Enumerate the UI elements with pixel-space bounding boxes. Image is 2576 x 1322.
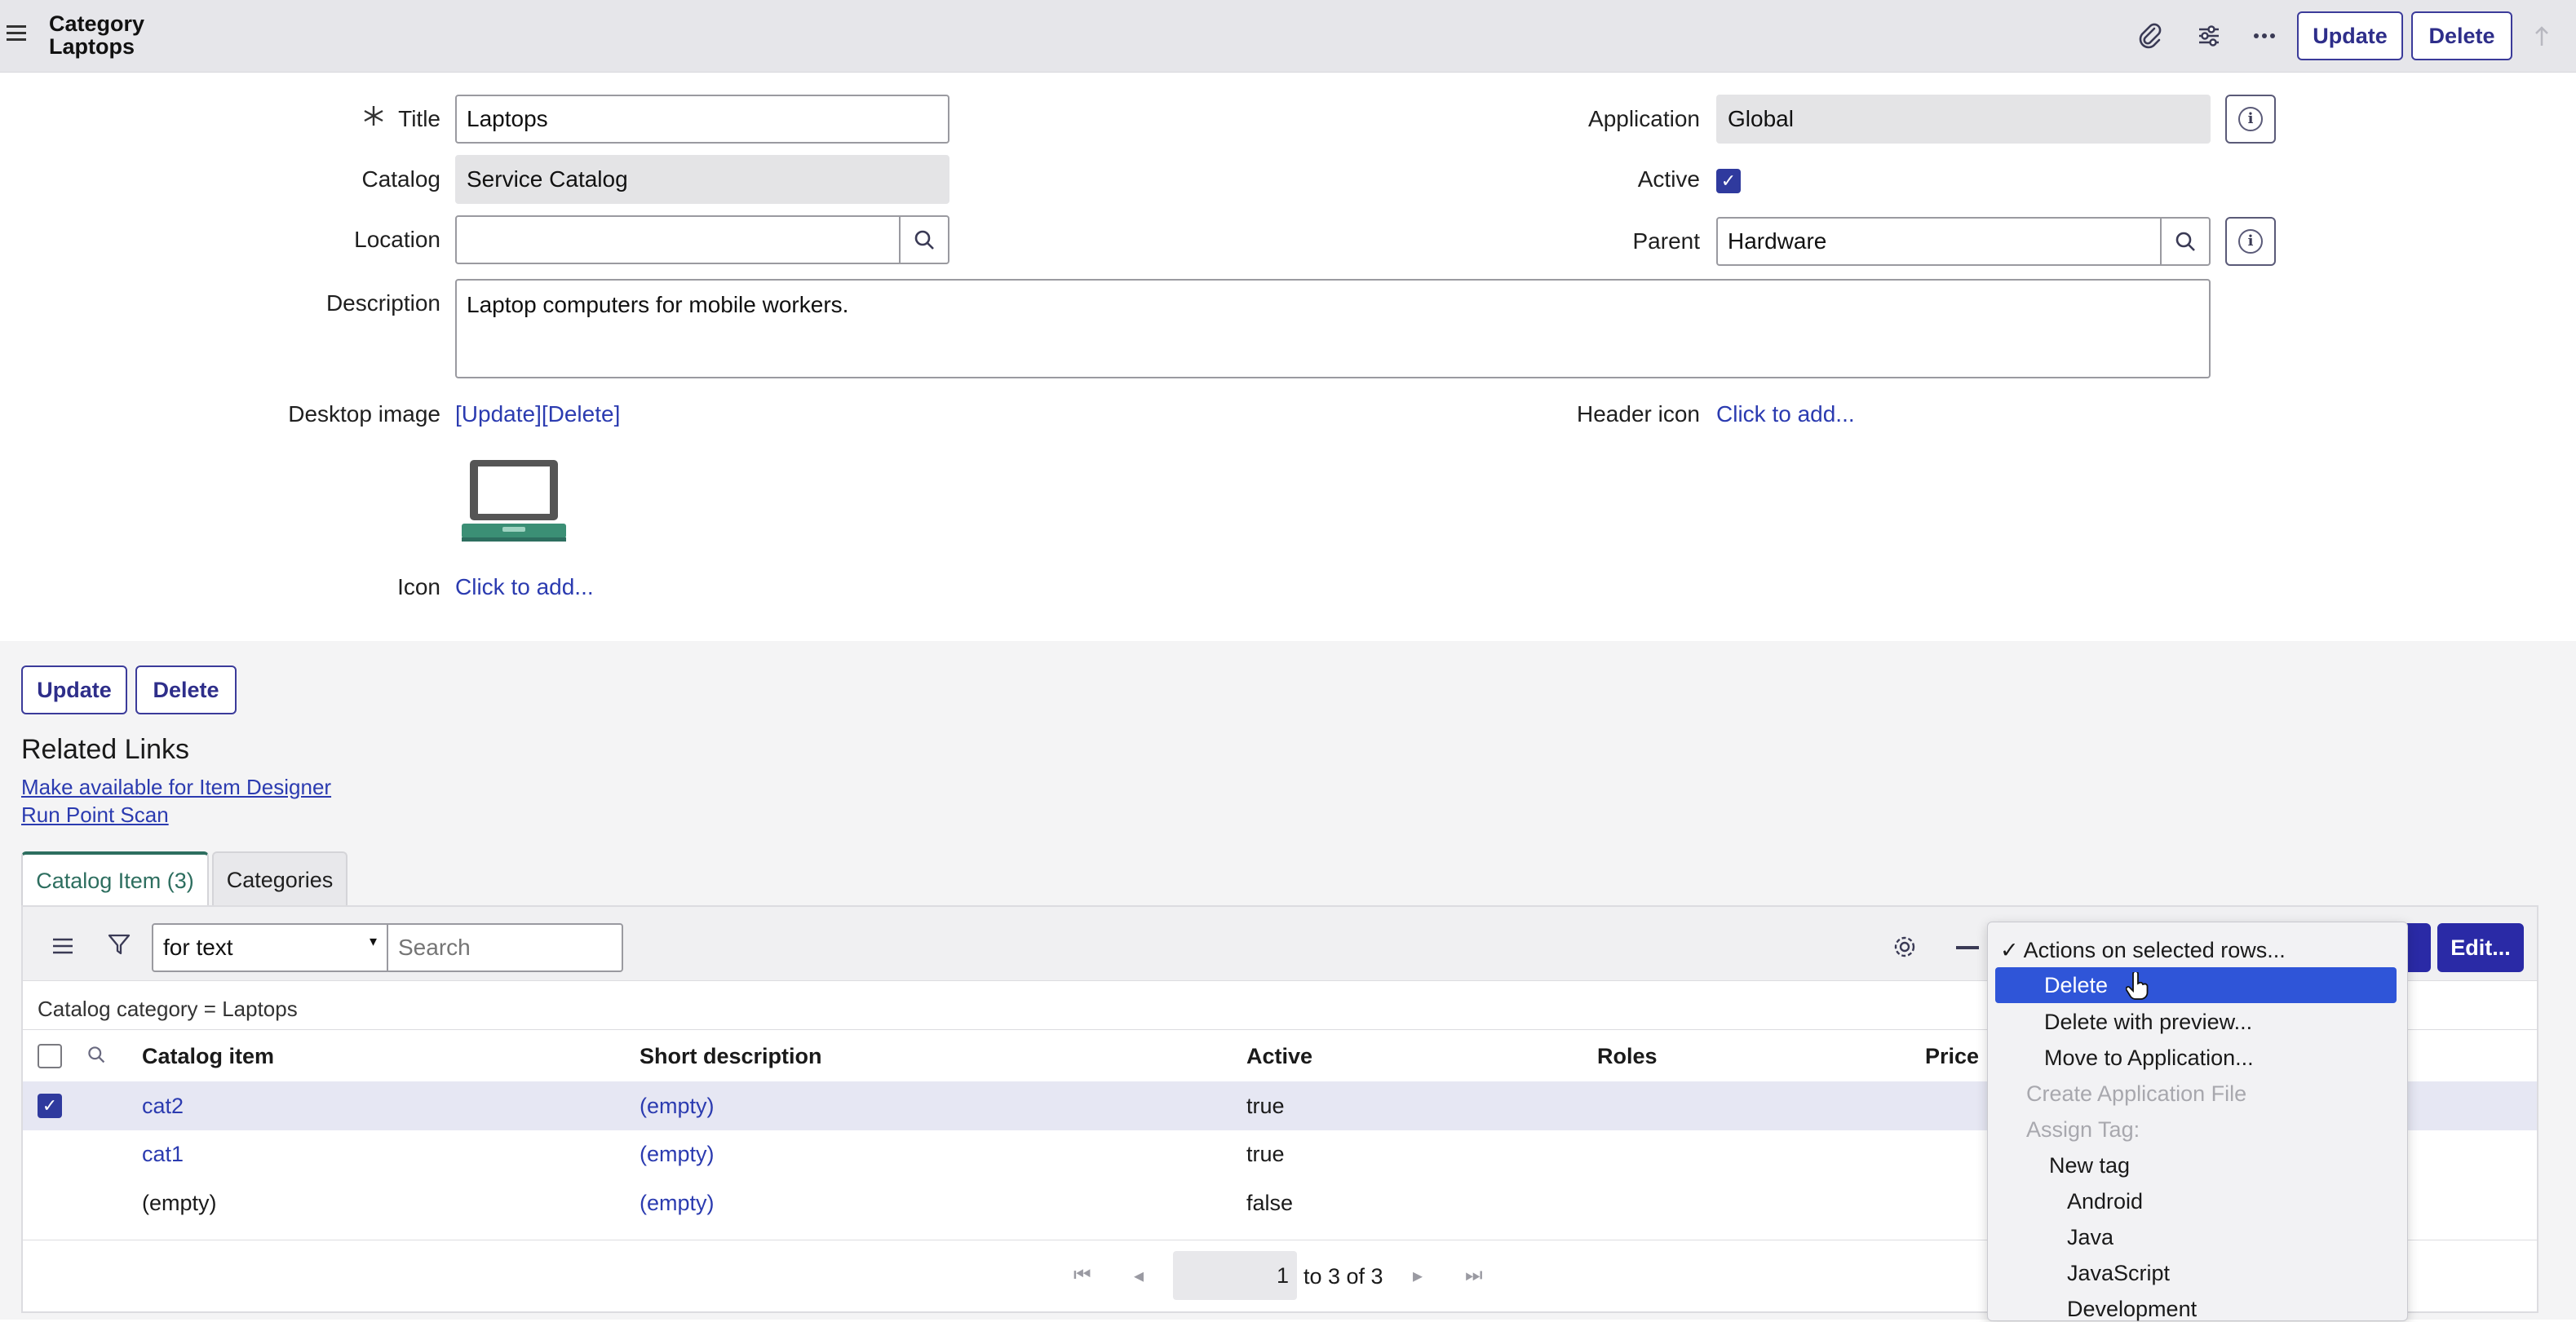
icon-add-link[interactable]: Click to add... (455, 574, 594, 600)
menu-item-assign-tag: Assign Tag: (2026, 1117, 2140, 1142)
hand-pointer-cursor-icon (2125, 970, 2149, 1000)
menu-header-label: Actions on selected rows... (2023, 938, 2286, 962)
page-number-input[interactable]: 1 (1173, 1251, 1297, 1300)
application-field: Global (1716, 95, 2211, 144)
column-header-active[interactable]: Active (1246, 1044, 1312, 1069)
location-input[interactable] (455, 215, 901, 264)
menu-item-create-application-file: Create Application File (2026, 1081, 2247, 1106)
pager-range-text: to 3 of 3 (1303, 1264, 1383, 1289)
menu-item-delete[interactable]: Delete (1995, 967, 2397, 1003)
header-record-label: Laptops (49, 34, 135, 59)
parent-info-icon[interactable]: i (2225, 217, 2276, 266)
icon-label: Icon (397, 574, 440, 599)
parent-search-icon[interactable] (2160, 217, 2211, 266)
title-label: Title (398, 106, 440, 131)
tab-catalog-item[interactable]: Catalog Item (3) (21, 851, 209, 907)
parent-input[interactable]: Hardware (1716, 217, 2162, 266)
row-catalog-item-link[interactable]: cat2 (142, 1094, 184, 1119)
column-header-roles[interactable]: Roles (1597, 1044, 1658, 1069)
select-all-checkbox[interactable] (38, 1044, 62, 1068)
column-header-catalog-item[interactable]: Catalog item (142, 1044, 274, 1069)
next-page-icon[interactable]: ▸ (1413, 1264, 1423, 1288)
form-header (0, 0, 2576, 73)
active-label: Active (1637, 166, 1700, 192)
related-link-item-designer[interactable]: Make available for Item Designer (21, 775, 331, 800)
row-short-description-link[interactable]: (empty) (640, 1094, 715, 1119)
row-short-description-link[interactable]: (empty) (640, 1191, 715, 1216)
collapse-minus-icon[interactable] (1956, 946, 1979, 949)
more-options-icon[interactable] (2246, 18, 2282, 54)
list-menu-icon[interactable] (52, 935, 73, 954)
menu-item-tag-android[interactable]: Android (2067, 1189, 2143, 1214)
header-icon-add-link[interactable]: Click to add... (1716, 401, 1855, 427)
edit-button[interactable]: Edit... (2437, 923, 2524, 972)
menu-item-move-to-application[interactable]: Move to Application... (2044, 1046, 2254, 1071)
row-active-value: true (1246, 1142, 1285, 1166)
search-field-option: for text (163, 935, 233, 960)
menu-item-delete-with-preview[interactable]: Delete with preview... (2044, 1010, 2252, 1035)
header-delete-button[interactable]: Delete (2411, 11, 2512, 60)
settings-sliders-icon[interactable] (2191, 18, 2227, 54)
description-textarea[interactable]: Laptop computers for mobile workers. (455, 279, 2211, 378)
column-header-price[interactable]: Price (1925, 1044, 1979, 1069)
row-short-description-link[interactable]: (empty) (640, 1142, 715, 1167)
filter-breadcrumb[interactable]: Catalog category = Laptops (38, 997, 298, 1022)
menu-item-tag-java[interactable]: Java (2067, 1225, 2113, 1250)
menu-header-actions[interactable]: ✓ Actions on selected rows... (2000, 938, 2286, 963)
paperclip-icon[interactable] (2132, 18, 2168, 54)
menu-item-new-tag[interactable]: New tag (2049, 1153, 2130, 1178)
bottom-update-button[interactable]: Update (21, 665, 127, 714)
header-icon-label: Header icon (1577, 401, 1700, 427)
active-checkbox[interactable]: ✓ (1716, 169, 1741, 193)
menu-item-tag-development[interactable]: Development (2067, 1297, 2197, 1322)
related-link-point-scan[interactable]: Run Point Scan (21, 802, 169, 828)
row-checkbox[interactable]: ✓ (38, 1094, 62, 1118)
last-page-icon[interactable]: ⏭ (1465, 1264, 1483, 1287)
scroll-up-arrow-icon[interactable] (2524, 18, 2560, 54)
search-field-select[interactable]: for text ▾ (152, 923, 388, 972)
bottom-delete-button[interactable]: Delete (135, 665, 237, 714)
chevron-down-icon: ▾ (369, 933, 377, 949)
hamburger-menu-icon[interactable] (7, 21, 26, 46)
row-active-value: true (1246, 1094, 1285, 1118)
laptop-image (460, 457, 568, 545)
desktop-image-label: Desktop image (288, 401, 440, 427)
catalog-label: Catalog (361, 166, 440, 192)
location-label: Location (354, 227, 440, 252)
header-update-button[interactable]: Update (2297, 11, 2403, 60)
tab-categories[interactable]: Categories (212, 851, 347, 907)
description-label: Description (325, 290, 440, 316)
header-table-label: Category (49, 11, 145, 36)
location-search-icon[interactable] (899, 215, 949, 264)
parent-label: Parent (1632, 228, 1701, 254)
related-links-title: Related Links (21, 734, 190, 765)
desktop-image-update-link[interactable]: [Update] (455, 401, 542, 427)
menu-item-tag-javascript[interactable]: JavaScript (2067, 1261, 2170, 1286)
catalog-field: Service Catalog (455, 155, 949, 204)
application-label: Application (1588, 106, 1700, 131)
filter-icon[interactable] (108, 933, 131, 956)
previous-page-icon[interactable]: ◂ (1134, 1264, 1144, 1288)
row-active-value: false (1246, 1191, 1294, 1215)
first-page-icon[interactable]: ⏮ (1073, 1264, 1091, 1287)
list-search-input[interactable] (387, 923, 623, 972)
column-header-short-description[interactable]: Short description (640, 1044, 822, 1069)
list-settings-gear-icon[interactable] (1892, 935, 1917, 959)
application-info-icon[interactable]: i (2225, 95, 2276, 144)
column-search-icon[interactable] (86, 1044, 109, 1067)
row-catalog-item-link[interactable]: cat1 (142, 1142, 184, 1167)
row-catalog-item-value: (empty) (142, 1191, 217, 1215)
desktop-image-delete-link[interactable]: [Delete] (542, 401, 621, 427)
title-input[interactable]: Laptops (455, 95, 949, 144)
